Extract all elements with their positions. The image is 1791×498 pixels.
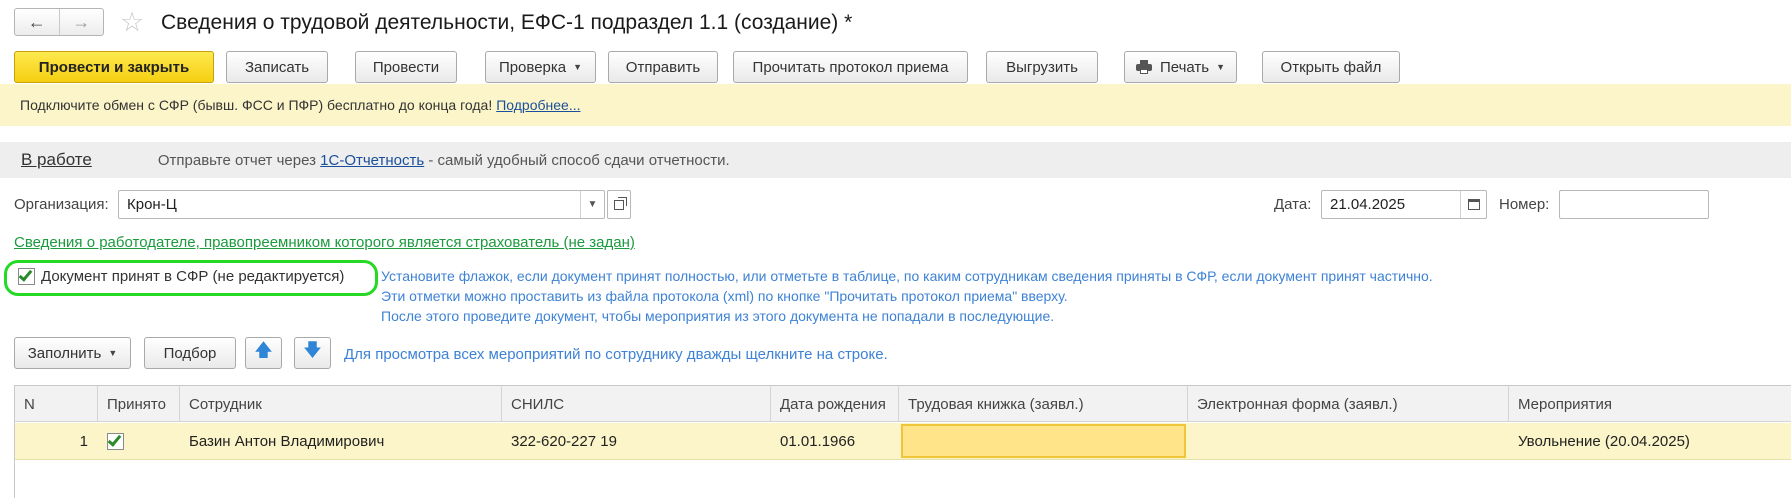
send-label: Отправить — [625, 58, 701, 76]
check-dropdown-button[interactable]: Проверка ▼ — [485, 51, 596, 83]
send-button[interactable]: Отправить — [608, 51, 718, 83]
organization-value: Крон-Ц — [127, 196, 177, 213]
document-status-link[interactable]: В работе — [21, 150, 92, 170]
favorite-star-icon[interactable]: ☆ — [120, 7, 144, 37]
arrow-up-icon: 🡅 — [254, 340, 273, 360]
notice-text: Подключите обмен с СФР (бывш. ФСС и ПФР)… — [20, 97, 493, 113]
post-label: Провести — [372, 58, 440, 76]
accepted-checkbox-label: Документ принят в СФР (не редактируется) — [41, 268, 345, 285]
table-header: N Принято Сотрудник СНИЛС Дата рождения … — [15, 386, 1791, 422]
employer-info-link[interactable]: Сведения о работодателе, правопреемником… — [14, 234, 635, 251]
date-field[interactable]: 21.04.2025 — [1321, 190, 1487, 219]
window-title: Сведения о трудовой деятельности, ЕФС-1 … — [161, 11, 853, 34]
checkmark-icon — [107, 432, 122, 447]
calendar-icon[interactable] — [1460, 191, 1486, 218]
read-protocol-label: Прочитать протокол приема — [752, 58, 949, 76]
export-button[interactable]: Выгрузить — [986, 51, 1098, 83]
number-label: Номер: — [1499, 196, 1550, 213]
status-text-before: Отправьте отчет через — [157, 151, 321, 169]
row-accepted-cell[interactable] — [98, 423, 180, 460]
read-protocol-button[interactable]: Прочитать протокол приема — [733, 51, 968, 83]
chevron-down-icon[interactable]: ▼ — [580, 191, 604, 218]
organization-label: Организация: — [14, 196, 109, 213]
notice-more-link[interactable]: Подробнее... — [496, 97, 580, 113]
status-hint: Отправьте отчет через 1С-Отчетность - са… — [158, 152, 730, 169]
select-label: Подбор — [163, 344, 217, 362]
checkmark-icon — [18, 267, 33, 282]
select-button[interactable]: Подбор — [144, 337, 236, 369]
save-label: Записать — [244, 58, 310, 76]
navigation-buttons: ← → — [14, 8, 104, 36]
row-work-book-cell[interactable] — [901, 424, 1186, 458]
open-organization-button[interactable] — [607, 190, 631, 219]
open-link-icon — [614, 196, 627, 210]
back-icon[interactable]: ← — [15, 9, 60, 35]
hint-line-1: Установите флажок, если документ принят … — [381, 268, 1433, 284]
move-down-button[interactable]: 🡇 — [294, 337, 331, 369]
column-header-electronic-form[interactable]: Электронная форма (заявл.) — [1188, 386, 1509, 422]
column-header-birth-date[interactable]: Дата рождения — [771, 386, 899, 422]
post-and-close-label: Провести и закрыть — [38, 58, 190, 76]
chevron-down-icon: ▼ — [1216, 62, 1226, 72]
printer-icon — [1135, 60, 1152, 74]
number-field[interactable] — [1559, 190, 1709, 219]
column-header-events[interactable]: Мероприятия — [1509, 386, 1791, 422]
table-row[interactable]: 1 Базин Антон Владимирович 322-620-227 1… — [15, 423, 1791, 460]
forward-icon[interactable]: → — [60, 9, 104, 35]
chevron-down-icon: ▼ — [108, 348, 118, 358]
column-header-snils[interactable]: СНИЛС — [502, 386, 771, 422]
organization-field[interactable]: Крон-Ц ▼ — [118, 190, 605, 219]
post-button[interactable]: Провести — [355, 51, 457, 83]
open-file-label: Открыть файл — [1280, 58, 1382, 76]
save-button[interactable]: Записать — [226, 51, 328, 83]
fill-label: Заполнить — [27, 344, 102, 362]
date-label: Дата: — [1274, 196, 1312, 213]
move-up-button[interactable]: 🡅 — [245, 337, 282, 369]
chevron-down-icon: ▼ — [573, 62, 583, 72]
row-electronic-form[interactable] — [1188, 423, 1509, 460]
table-hint: Для просмотра всех мероприятий по сотруд… — [344, 346, 888, 363]
row-accepted-checkbox[interactable] — [107, 432, 124, 450]
print-dropdown-button[interactable]: Печать ▼ — [1124, 51, 1237, 83]
employees-table: N Принято Сотрудник СНИЛС Дата рождения … — [14, 385, 1791, 498]
hint-line-2: Эти отметки можно проставить из файла пр… — [381, 288, 1068, 304]
arrow-down-icon: 🡇 — [303, 340, 322, 360]
date-value: 21.04.2025 — [1330, 196, 1406, 213]
export-label: Выгрузить — [1006, 58, 1078, 76]
row-employee[interactable]: Базин Антон Владимирович — [180, 423, 502, 460]
print-label: Печать — [1159, 58, 1210, 76]
row-birth-date[interactable]: 01.01.1966 — [771, 423, 899, 460]
row-number: 1 — [79, 433, 88, 450]
status-bar: В работе Отправьте отчет через 1С-Отчетн… — [0, 142, 1791, 178]
row-events[interactable]: Увольнение (20.04.2025) — [1509, 423, 1791, 460]
check-label: Проверка — [498, 58, 567, 76]
open-file-button[interactable]: Открыть файл — [1262, 51, 1400, 83]
column-header-n[interactable]: N — [15, 386, 98, 422]
column-header-accepted[interactable]: Принято — [98, 386, 180, 422]
fill-dropdown-button[interactable]: Заполнить ▼ — [14, 337, 131, 369]
hint-line-3: После этого проведите документ, чтобы ме… — [381, 308, 1055, 324]
column-header-work-book[interactable]: Трудовая книжка (заявл.) — [899, 386, 1188, 422]
accepted-checkbox[interactable] — [18, 267, 35, 285]
notice-banner: Подключите обмен с СФР (бывш. ФСС и ПФР)… — [0, 84, 1791, 126]
reporting-service-link[interactable]: 1С-Отчетность — [320, 152, 424, 169]
column-header-employee[interactable]: Сотрудник — [180, 386, 502, 422]
post-and-close-button[interactable]: Провести и закрыть — [14, 51, 214, 83]
row-snils[interactable]: 322-620-227 19 — [502, 423, 771, 460]
status-text-after: - самый удобный способ сдачи отчетности. — [424, 151, 730, 169]
